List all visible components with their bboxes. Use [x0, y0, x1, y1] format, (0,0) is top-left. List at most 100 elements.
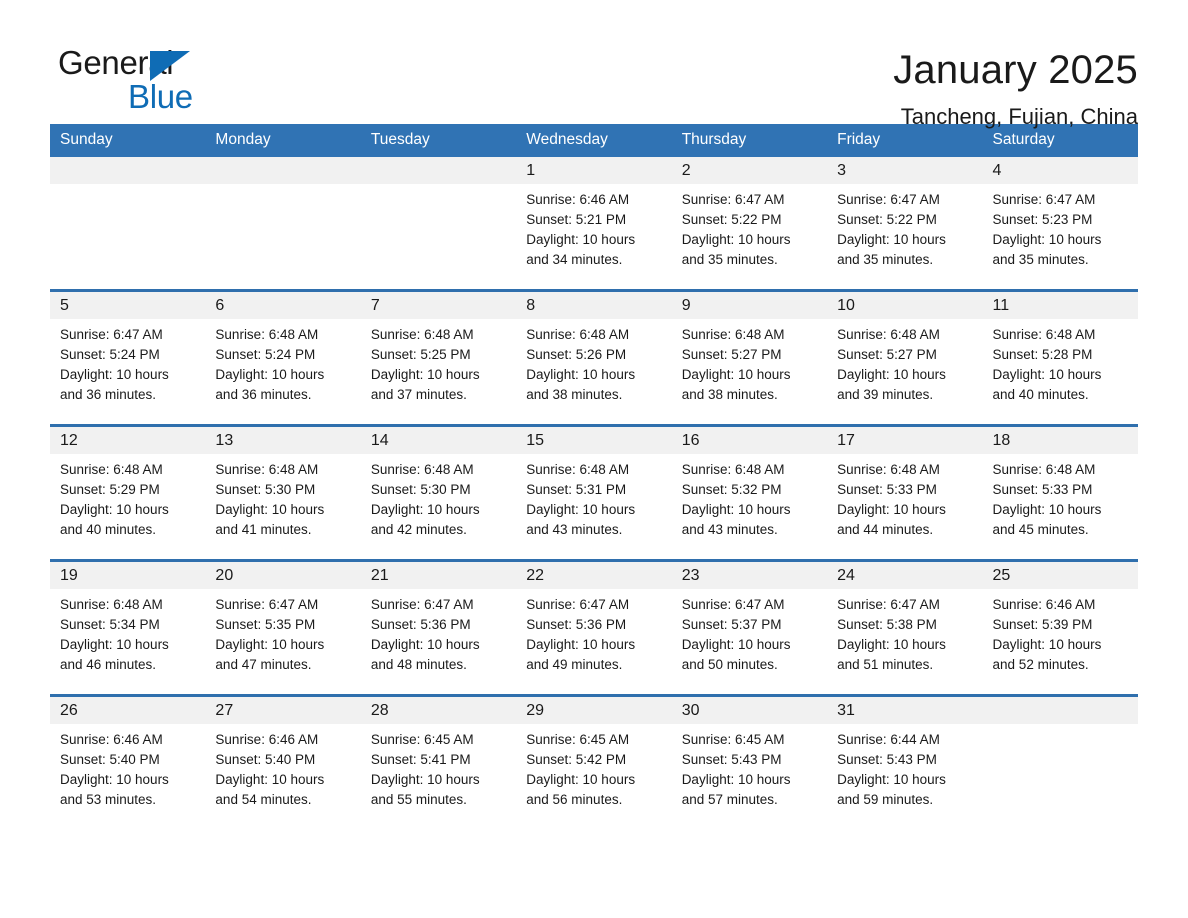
day-number: 21: [360, 562, 517, 589]
calendar-day-cell[interactable]: [360, 157, 517, 291]
calendar-day-cell[interactable]: 11 Sunrise: 6:48 AM Sunset: 5:28 PM Dayligh…: [982, 289, 1138, 426]
calendar-day-cell[interactable]: 14 Sunrise: 6:48 AM Sunset: 5:30 PM Dayligh…: [360, 424, 517, 561]
calendar-day-cell[interactable]: 18 Sunrise: 6:48 AM Sunset: 5:33 PM Dayligh…: [982, 424, 1138, 561]
daylight-text-line1: Daylight: 10 hours: [370, 502, 480, 517]
calendar-day-cell[interactable]: [205, 157, 361, 291]
calendar-day-cell[interactable]: 17 Sunrise: 6:48 AM Sunset: 5:33 PM Dayligh…: [827, 424, 983, 561]
daylight-text-line1: Daylight: 10 hours: [681, 772, 791, 787]
sunset-text: Sunset: 5:37 PM: [681, 617, 782, 632]
day-number: 15: [516, 427, 672, 454]
calendar-day: 24 Sunrise: 6:47 AM Sunset: 5:38 PM Dayligh…: [827, 562, 983, 694]
daylight-text-line1: Daylight: 10 hours: [992, 367, 1102, 382]
calendar-day-empty: [982, 697, 1138, 829]
calendar-day-cell[interactable]: 21 Sunrise: 6:47 AM Sunset: 5:36 PM Dayligh…: [360, 559, 517, 696]
daylight-text-line2: and 38 minutes.: [681, 387, 778, 402]
calendar-day-cell[interactable]: 12 Sunrise: 6:48 AM Sunset: 5:29 PM Dayligh…: [50, 424, 206, 561]
sunrise-text: Sunrise: 6:48 AM: [370, 462, 474, 477]
sunrise-text: Sunrise: 6:48 AM: [215, 462, 319, 477]
calendar-day-cell[interactable]: 5 Sunrise: 6:47 AM Sunset: 5:24 PM Daylight…: [50, 289, 206, 426]
calendar-day-cell[interactable]: [50, 157, 206, 291]
day-number: 7: [360, 292, 517, 319]
calendar-day: 6 Sunrise: 6:48 AM Sunset: 5:24 PM Daylight…: [205, 292, 361, 424]
calendar-day: 7 Sunrise: 6:48 AM Sunset: 5:25 PM Daylight…: [360, 292, 517, 424]
calendar-day-cell[interactable]: 7 Sunrise: 6:48 AM Sunset: 5:25 PM Daylight…: [360, 289, 517, 426]
day-details: Sunrise: 6:47 AM Sunset: 5:22 PM Daylight:…: [672, 184, 827, 270]
calendar-day-cell[interactable]: 2 Sunrise: 6:47 AM Sunset: 5:22 PM Daylight…: [671, 157, 828, 291]
calendar-day-cell[interactable]: 31 Sunrise: 6:44 AM Sunset: 5:43 PM Dayligh…: [827, 694, 983, 829]
sunrise-text: Sunrise: 6:48 AM: [215, 327, 319, 342]
calendar-day-cell[interactable]: 26 Sunrise: 6:46 AM Sunset: 5:40 PM Dayligh…: [50, 694, 206, 829]
daylight-text-line1: Daylight: 10 hours: [526, 502, 636, 517]
sunset-text: Sunset: 5:25 PM: [370, 347, 471, 362]
sunrise-text: Sunrise: 6:46 AM: [215, 732, 319, 747]
calendar-day-cell[interactable]: 15 Sunrise: 6:48 AM Sunset: 5:31 PM Dayligh…: [516, 424, 672, 561]
sunrise-text: Sunrise: 6:48 AM: [370, 327, 474, 342]
day-number: 16: [671, 427, 828, 454]
calendar-day-cell[interactable]: 24 Sunrise: 6:47 AM Sunset: 5:38 PM Dayligh…: [827, 559, 983, 696]
daylight-text-line2: and 40 minutes.: [992, 387, 1089, 402]
calendar-day-cell[interactable]: 10 Sunrise: 6:48 AM Sunset: 5:27 PM Dayligh…: [827, 289, 983, 426]
day-number: [50, 157, 206, 184]
calendar-week-row: 1 Sunrise: 6:46 AM Sunset: 5:21 PM Daylight…: [50, 157, 1138, 291]
daylight-text-line2: and 40 minutes.: [60, 522, 157, 537]
daylight-text-line1: Daylight: 10 hours: [837, 502, 946, 517]
calendar-day-cell[interactable]: 22 Sunrise: 6:47 AM Sunset: 5:36 PM Dayligh…: [516, 559, 672, 696]
calendar-day-cell[interactable]: 27 Sunrise: 6:46 AM Sunset: 5:40 PM Dayligh…: [205, 694, 361, 829]
sunrise-text: Sunrise: 6:48 AM: [992, 327, 1096, 342]
day-number: 1: [516, 157, 672, 184]
day-details: Sunrise: 6:46 AM Sunset: 5:40 PM Daylight:…: [50, 724, 205, 810]
sunrise-text: Sunrise: 6:48 AM: [837, 327, 940, 342]
day-number: 11: [982, 292, 1138, 319]
sunrise-text: Sunrise: 6:48 AM: [681, 327, 785, 342]
generalblue-logo[interactable]: General Blue: [50, 44, 208, 116]
sunset-text: Sunset: 5:35 PM: [215, 617, 316, 632]
sunrise-text: Sunrise: 6:47 AM: [215, 597, 319, 612]
day-number: 27: [205, 697, 361, 724]
sunset-text: Sunset: 5:22 PM: [837, 212, 937, 227]
sunset-text: Sunset: 5:43 PM: [837, 752, 937, 767]
day-number: 20: [205, 562, 361, 589]
sunset-text: Sunset: 5:43 PM: [681, 752, 782, 767]
sunrise-text: Sunrise: 6:47 AM: [992, 192, 1096, 207]
day-details: Sunrise: 6:48 AM Sunset: 5:34 PM Daylight:…: [50, 589, 205, 675]
calendar-day-cell[interactable]: 25 Sunrise: 6:46 AM Sunset: 5:39 PM Dayligh…: [982, 559, 1138, 696]
day-details: Sunrise: 6:46 AM Sunset: 5:39 PM Daylight:…: [983, 589, 1138, 675]
daylight-text-line1: Daylight: 10 hours: [837, 367, 946, 382]
calendar-day-cell[interactable]: 23 Sunrise: 6:47 AM Sunset: 5:37 PM Dayligh…: [671, 559, 828, 696]
day-details: Sunrise: 6:47 AM Sunset: 5:36 PM Daylight:…: [361, 589, 516, 675]
calendar-day-cell[interactable]: 3 Sunrise: 6:47 AM Sunset: 5:22 PM Daylight…: [827, 157, 983, 291]
daylight-text-line2: and 45 minutes.: [992, 522, 1089, 537]
calendar-day-cell[interactable]: 8 Sunrise: 6:48 AM Sunset: 5:26 PM Daylight…: [516, 289, 672, 426]
day-number: 26: [50, 697, 206, 724]
calendar-day: 26 Sunrise: 6:46 AM Sunset: 5:40 PM Dayligh…: [50, 697, 206, 829]
calendar-day-cell[interactable]: 28 Sunrise: 6:45 AM Sunset: 5:41 PM Dayligh…: [360, 694, 517, 829]
day-number: [205, 157, 361, 184]
day-details: Sunrise: 6:46 AM Sunset: 5:21 PM Daylight:…: [516, 184, 671, 270]
sunrise-sunset-calendar: Sunday Monday Tuesday Wednesday Thursday…: [50, 124, 1138, 829]
day-details: Sunrise: 6:48 AM Sunset: 5:30 PM Daylight:…: [205, 454, 360, 540]
daylight-text-line1: Daylight: 10 hours: [215, 637, 325, 652]
daylight-text-line1: Daylight: 10 hours: [526, 772, 636, 787]
calendar-day: 3 Sunrise: 6:47 AM Sunset: 5:22 PM Daylight…: [827, 157, 983, 289]
calendar-day-cell[interactable]: 16 Sunrise: 6:48 AM Sunset: 5:32 PM Dayligh…: [671, 424, 828, 561]
day-number: 29: [516, 697, 672, 724]
calendar-day-cell[interactable]: 1 Sunrise: 6:46 AM Sunset: 5:21 PM Daylight…: [516, 157, 672, 291]
calendar-day-cell[interactable]: 30 Sunrise: 6:45 AM Sunset: 5:43 PM Dayligh…: [671, 694, 828, 829]
calendar-day: 22 Sunrise: 6:47 AM Sunset: 5:36 PM Dayligh…: [516, 562, 672, 694]
daylight-text-line2: and 48 minutes.: [370, 657, 467, 672]
daylight-text-line2: and 56 minutes.: [526, 792, 623, 807]
calendar-day-cell[interactable]: 19 Sunrise: 6:48 AM Sunset: 5:34 PM Dayligh…: [50, 559, 206, 696]
daylight-text-line2: and 53 minutes.: [60, 792, 157, 807]
calendar-day-cell[interactable]: 9 Sunrise: 6:48 AM Sunset: 5:27 PM Daylight…: [671, 289, 828, 426]
sunset-text: Sunset: 5:41 PM: [370, 752, 471, 767]
calendar-day-cell[interactable]: [982, 694, 1138, 829]
calendar-day-cell[interactable]: 4 Sunrise: 6:47 AM Sunset: 5:23 PM Daylight…: [982, 157, 1138, 291]
calendar-day-cell[interactable]: 6 Sunrise: 6:48 AM Sunset: 5:24 PM Daylight…: [205, 289, 361, 426]
calendar-day-cell[interactable]: 29 Sunrise: 6:45 AM Sunset: 5:42 PM Dayligh…: [516, 694, 672, 829]
calendar-day-cell[interactable]: 13 Sunrise: 6:48 AM Sunset: 5:30 PM Dayligh…: [205, 424, 361, 561]
day-number: 25: [982, 562, 1138, 589]
day-number: 8: [516, 292, 672, 319]
calendar-day-cell[interactable]: 20 Sunrise: 6:47 AM Sunset: 5:35 PM Dayligh…: [205, 559, 361, 696]
calendar-day: 25 Sunrise: 6:46 AM Sunset: 5:39 PM Dayligh…: [982, 562, 1138, 694]
sunrise-text: Sunrise: 6:48 AM: [681, 462, 785, 477]
